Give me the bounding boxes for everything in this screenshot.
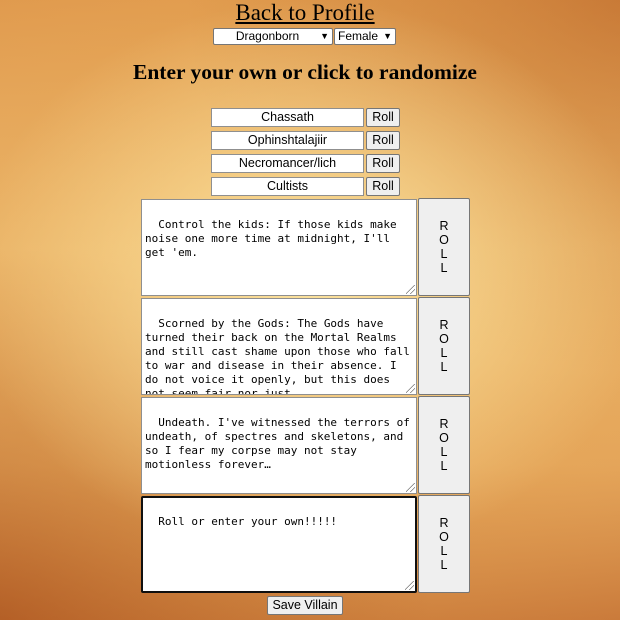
resize-grip-icon[interactable]	[406, 483, 415, 492]
roll-letter: L	[440, 360, 448, 374]
class-field[interactable]: Necromancer/lich	[211, 154, 364, 173]
roll-name-button[interactable]: Roll	[366, 108, 400, 127]
motivation-text: Control the kids: If those kids make noi…	[145, 218, 404, 259]
roll-motivation-button[interactable]: ROLL	[418, 198, 470, 296]
roll-letter: L	[440, 459, 448, 473]
minions-field[interactable]: Cultists	[211, 177, 364, 196]
race-select[interactable]: Dragonborn ▼	[213, 28, 333, 45]
chevron-down-icon: ▼	[383, 31, 392, 41]
roll-letter: O	[439, 530, 449, 544]
roll-letter: R	[439, 219, 449, 233]
roll-letter: O	[439, 431, 449, 445]
name-field[interactable]: Chassath	[211, 108, 364, 127]
roll-fear-button[interactable]: ROLL	[418, 396, 470, 494]
custom-textarea[interactable]: Roll or enter your own!!!!!	[141, 496, 417, 593]
roll-letter: L	[440, 261, 448, 275]
roll-letter: R	[439, 417, 449, 431]
roll-letter: L	[440, 346, 448, 360]
resize-grip-icon[interactable]	[406, 384, 415, 393]
roll-letter: L	[440, 445, 448, 459]
roll-letter: L	[440, 247, 448, 261]
grudge-text: Scorned by the Gods: The Gods have turne…	[145, 317, 417, 395]
roll-class-button[interactable]: Roll	[366, 154, 400, 173]
roll-letter: O	[439, 233, 449, 247]
alias-field[interactable]: Ophinshtalajiir	[211, 131, 364, 150]
roll-alias-button[interactable]: Roll	[366, 131, 400, 150]
roll-minions-button[interactable]: Roll	[366, 177, 400, 196]
custom-text: Roll or enter your own!!!!!	[158, 515, 338, 528]
race-select-value: Dragonborn	[235, 29, 300, 43]
roll-grudge-button[interactable]: ROLL	[418, 297, 470, 395]
resize-grip-icon[interactable]	[406, 285, 415, 294]
page-heading: Enter your own or click to randomize	[133, 60, 477, 84]
back-to-profile-link[interactable]: Back to Profile	[0, 0, 610, 26]
resize-grip-icon[interactable]	[405, 581, 414, 590]
roll-letter: O	[439, 332, 449, 346]
motivation-textarea[interactable]: Control the kids: If those kids make noi…	[141, 199, 417, 296]
gender-select-value: Female	[338, 29, 379, 43]
fear-textarea[interactable]: Undeath. I've witnessed the terrors of u…	[141, 397, 417, 494]
roll-letter: L	[440, 544, 448, 558]
roll-custom-button[interactable]: ROLL	[418, 495, 470, 593]
save-villain-button[interactable]: Save Villain	[267, 596, 343, 615]
chevron-down-icon: ▼	[320, 31, 329, 41]
roll-letter: R	[439, 516, 449, 530]
roll-letter: L	[440, 558, 448, 572]
fear-text: Undeath. I've witnessed the terrors of u…	[145, 416, 417, 471]
gender-select[interactable]: Female ▼	[334, 28, 396, 45]
grudge-textarea[interactable]: Scorned by the Gods: The Gods have turne…	[141, 298, 417, 395]
roll-letter: R	[439, 318, 449, 332]
